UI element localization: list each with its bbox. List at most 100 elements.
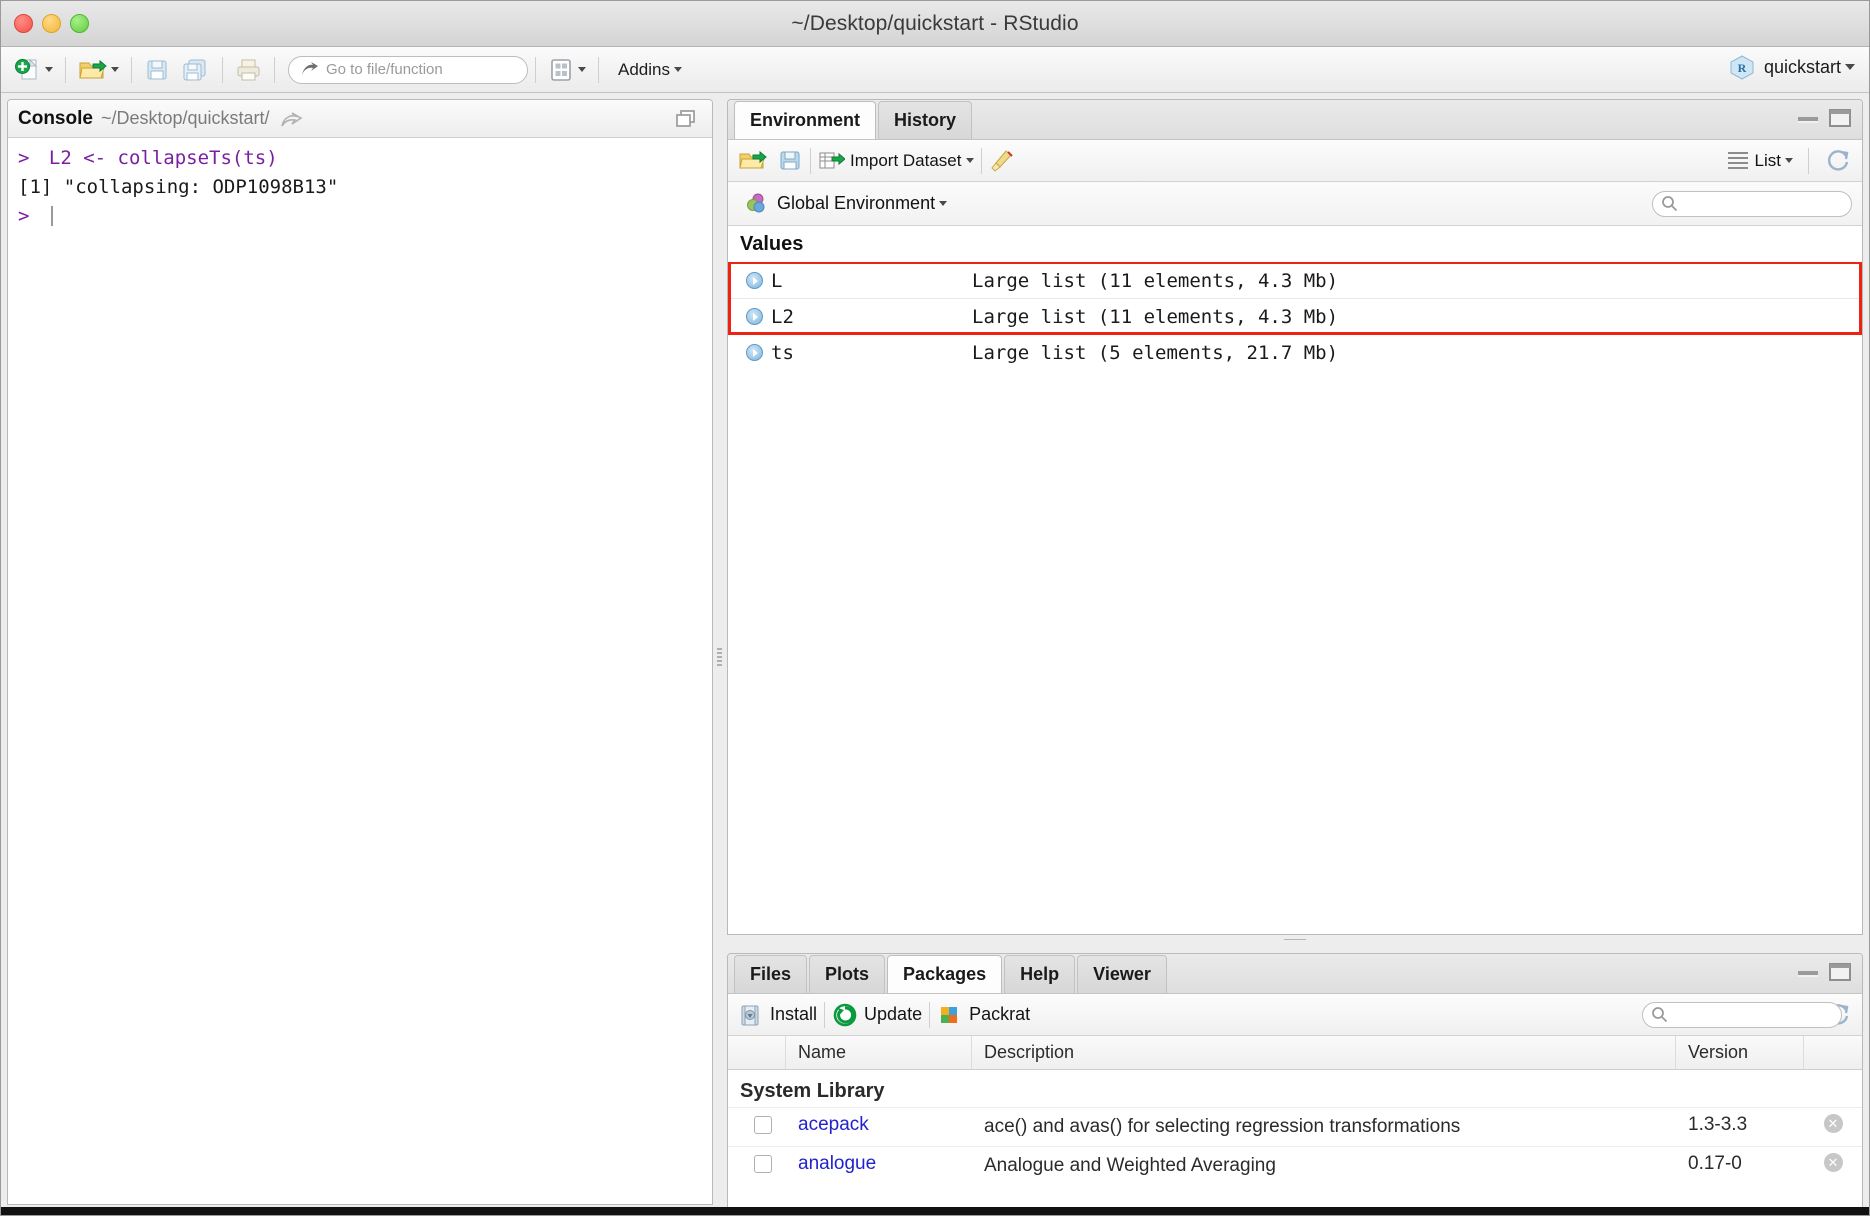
console-line: [1] "collapsing: ODP1098B13"	[18, 173, 702, 202]
table-row[interactable]: acepack ace() and avas() for selecting r…	[728, 1107, 1862, 1146]
update-icon	[833, 1003, 857, 1026]
env-row-name: ts	[771, 341, 794, 364]
tab-packages[interactable]: Packages	[887, 955, 1003, 993]
packages-minimize-icon[interactable]	[1796, 963, 1820, 981]
environment-icon	[747, 193, 765, 212]
toolbar-separator	[824, 1001, 826, 1028]
save-workspace-button[interactable]	[778, 148, 803, 173]
packages-table-header: Name Description Version	[728, 1036, 1862, 1070]
view-mode-label: List	[1754, 150, 1781, 170]
environment-section-title: Values	[728, 226, 1862, 262]
save-button[interactable]	[139, 53, 175, 87]
import-dataset-caret[interactable]	[965, 158, 974, 163]
tab-help[interactable]: Help	[1004, 955, 1076, 993]
view-mode-caret[interactable]	[1785, 158, 1793, 163]
addins-label: Addins	[618, 59, 670, 79]
right-column: Environment History Import Dataset List …	[727, 99, 1863, 1215]
column-header-name[interactable]: Name	[786, 1036, 972, 1069]
environment-maximize-icon[interactable]	[1828, 108, 1852, 128]
tab-history[interactable]: History	[878, 101, 973, 139]
project-selector[interactable]: R quickstart	[1728, 53, 1855, 81]
global-environment-selector[interactable]: Global Environment	[745, 192, 948, 216]
view-mode-button[interactable]: List	[1727, 149, 1793, 172]
table-row[interactable]: L Large list (11 elements, 4.3 Mb)	[728, 262, 1862, 298]
splitter-grip	[717, 648, 722, 666]
print-button[interactable]	[230, 53, 267, 87]
environment-refresh-button[interactable]	[1824, 148, 1852, 174]
install-icon	[741, 1005, 759, 1025]
os-taskbar-active-region	[1106, 1207, 1636, 1215]
environment-tabstrip: Environment History	[728, 100, 1862, 140]
packrat-icon	[941, 1006, 958, 1023]
console-line: > L2 <- collapseTs(ts)	[18, 144, 702, 173]
expand-icon[interactable]	[746, 272, 763, 289]
toolbar-separator	[1808, 147, 1809, 174]
environment-list: L Large list (11 elements, 4.3 Mb) L2 La…	[728, 262, 1862, 934]
close-window-button[interactable]	[14, 14, 33, 33]
package-name-link[interactable]: analogue	[786, 1153, 972, 1175]
package-remove-cell: ✕	[1804, 1114, 1862, 1133]
tab-environment[interactable]: Environment	[734, 101, 877, 139]
toolbar-separator	[810, 147, 811, 174]
packages-maximize-icon[interactable]	[1828, 962, 1852, 982]
addins-button[interactable]: Addins	[618, 60, 682, 80]
console-input-text: L2 <- collapseTs(ts)	[48, 147, 278, 169]
toolbar-separator	[929, 1001, 931, 1028]
packages-pane-buttons	[1796, 962, 1852, 982]
environment-pane-buttons	[1796, 108, 1852, 128]
import-dataset-button[interactable]: Import Dataset	[818, 149, 974, 173]
horizontal-splitter[interactable]	[727, 935, 1863, 945]
column-header-description[interactable]: Description	[972, 1036, 1676, 1069]
packages-search-input[interactable]	[1642, 1001, 1842, 1028]
environment-search-input[interactable]	[1652, 190, 1852, 217]
tab-plots[interactable]: Plots	[809, 955, 886, 993]
expand-icon[interactable]	[746, 308, 763, 325]
addins-caret[interactable]	[673, 67, 682, 72]
package-checkbox[interactable]	[754, 1116, 772, 1134]
panes-caret[interactable]	[578, 67, 586, 72]
expand-icon[interactable]	[746, 344, 763, 361]
update-packages-button[interactable]: Update	[832, 1002, 922, 1028]
minimize-window-button[interactable]	[42, 14, 61, 33]
new-file-caret[interactable]	[45, 67, 53, 72]
console-open-in-window-icon[interactable]	[280, 109, 304, 129]
packrat-button[interactable]: Packrat	[937, 1003, 1030, 1027]
install-label: Install	[770, 1004, 818, 1024]
scope-caret[interactable]	[939, 201, 948, 206]
console-line: >	[18, 202, 702, 231]
column-header-version[interactable]: Version	[1676, 1036, 1804, 1069]
console-header: Console ~/Desktop/quickstart/	[8, 100, 712, 138]
open-file-caret[interactable]	[111, 67, 119, 72]
tab-viewer[interactable]: Viewer	[1077, 955, 1167, 993]
table-row[interactable]: analogue Analogue and Weighted Averaging…	[728, 1145, 1862, 1185]
package-name-link[interactable]: acepack	[786, 1114, 972, 1136]
vertical-splitter[interactable]	[713, 99, 727, 1215]
environment-minimize-icon[interactable]	[1796, 109, 1820, 127]
clear-objects-button[interactable]	[989, 149, 1015, 173]
new-file-button[interactable]	[9, 53, 58, 87]
project-label: quickstart	[1763, 56, 1841, 77]
refresh-icon	[1827, 149, 1849, 171]
console-path: ~/Desktop/quickstart/	[100, 108, 270, 128]
project-caret[interactable]	[1845, 64, 1855, 70]
tab-files[interactable]: Files	[734, 955, 808, 993]
zoom-window-button[interactable]	[70, 14, 89, 33]
package-checkbox[interactable]	[754, 1154, 772, 1173]
remove-package-icon[interactable]: ✕	[1823, 1152, 1843, 1172]
goto-file-input[interactable]: Go to file/function	[288, 55, 528, 84]
package-description: ace() and avas() for selecting regressio…	[984, 1116, 1461, 1137]
workspace-panes-button[interactable]	[543, 53, 591, 87]
console-output[interactable]: > L2 <- collapseTs(ts) [1] "collapsing: …	[8, 138, 712, 1204]
load-workspace-button[interactable]	[738, 148, 768, 174]
console-minimize-icon[interactable]	[674, 108, 700, 130]
main-toolbar: Go to file/function Addins R quickstart	[1, 47, 1869, 93]
remove-package-icon[interactable]: ✕	[1823, 1114, 1843, 1133]
save-all-button[interactable]	[175, 53, 215, 87]
install-packages-button[interactable]: Install	[738, 1003, 817, 1027]
table-row[interactable]: ts Large list (5 elements, 21.7 Mb)	[728, 334, 1862, 370]
toolbar-separator	[131, 56, 132, 83]
open-file-button[interactable]	[73, 53, 124, 87]
package-checkbox-cell	[728, 1153, 786, 1173]
update-label: Update	[864, 1004, 923, 1024]
table-row[interactable]: L2 Large list (11 elements, 4.3 Mb)	[728, 298, 1862, 334]
